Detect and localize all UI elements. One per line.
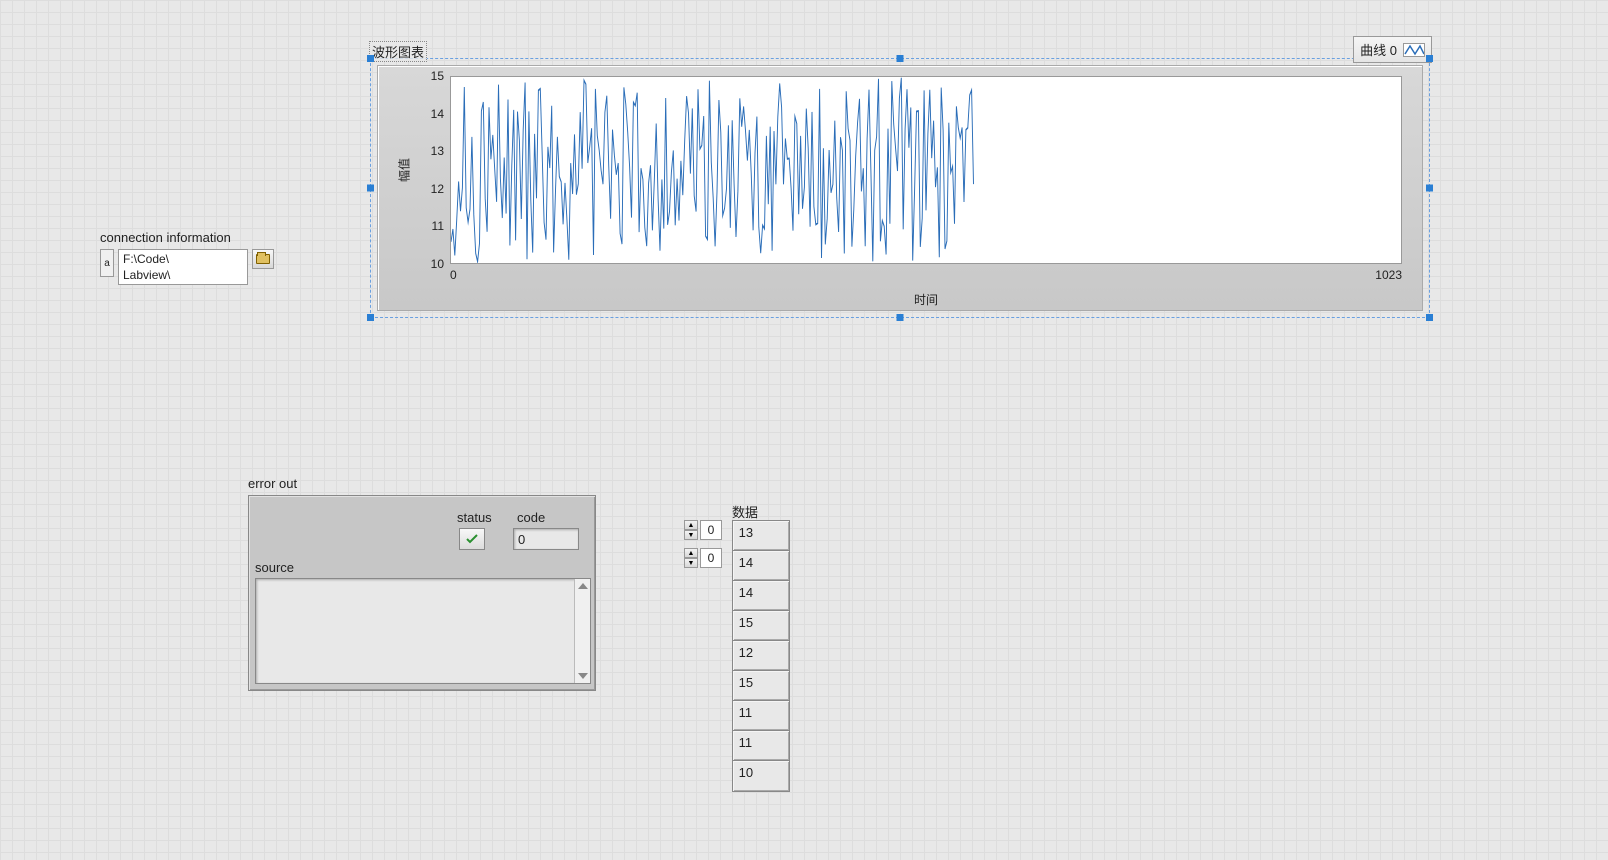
selection-handle[interactable] [897,55,904,62]
array-index-0[interactable]: ▲ ▼ 0 [684,520,722,540]
browse-folder-button[interactable] [252,249,274,269]
y-tick: 12 [431,182,444,196]
y-axis: 幅值 10 11 12 13 14 15 [378,76,448,264]
index-value[interactable]: 0 [700,520,722,540]
index-decrement-button[interactable]: ▼ [684,530,698,540]
data-array-control: 数据 ▲ ▼ 0 ▲ ▼ 0 131414151215111110 [684,506,790,792]
error-out-cluster: error out status code source 0 [248,476,596,691]
index-decrement-button[interactable]: ▼ [684,558,698,568]
scrollbar[interactable] [574,579,590,683]
x-tick: 0 [450,268,457,282]
legend-entry-label: 曲线 0 [1360,40,1397,59]
array-cell[interactable]: 14 [733,551,789,581]
array-cell[interactable]: 14 [733,581,789,611]
chart-title-label: 波形图表 [369,41,427,62]
array-cells: 131414151215111110 [732,520,790,792]
index-increment-button[interactable]: ▲ [684,548,698,558]
folder-icon [256,254,270,264]
connection-info-label: connection information [100,230,274,245]
y-tick: 11 [432,219,444,233]
x-axis-label: 时间 [914,291,938,308]
index-increment-button[interactable]: ▲ [684,520,698,530]
legend-line-icon [1403,43,1425,57]
x-tick: 1023 [1375,268,1402,282]
data-array-label: 数据 [732,502,758,521]
array-cell[interactable]: 12 [733,641,789,671]
x-axis: 0 1023 时间 [450,266,1402,310]
error-source-value[interactable] [255,578,591,684]
y-tick: 15 [431,69,444,83]
waveform-chart[interactable]: 波形图表 曲线 0 幅值 10 11 12 13 14 15 0 1023 时间 [370,58,1430,318]
array-cell[interactable]: 11 [733,731,789,761]
array-cell[interactable]: 15 [733,671,789,701]
status-led [459,528,485,550]
status-sublabel: status [457,510,492,525]
selection-handle[interactable] [1426,55,1433,62]
selection-handle[interactable] [367,185,374,192]
connection-type-glyph: a [100,249,114,277]
index-value[interactable]: 0 [700,548,722,568]
selection-handle[interactable] [897,314,904,321]
y-tick: 13 [431,144,444,158]
plot-area [450,76,1402,264]
selection-handle[interactable] [367,314,374,321]
array-cell[interactable]: 10 [733,761,789,791]
connection-info-control: connection information a F:\Code\ Labvie… [100,230,274,285]
array-cell[interactable]: 11 [733,701,789,731]
array-index-1[interactable]: ▲ ▼ 0 [684,548,722,568]
y-axis-label: 幅值 [396,158,413,182]
error-code-value[interactable]: 0 [513,528,579,550]
array-cell[interactable]: 15 [733,611,789,641]
selection-handle[interactable] [367,55,374,62]
error-out-frame: status code source 0 [248,495,596,691]
array-cell[interactable]: 13 [733,521,789,551]
chart-legend[interactable]: 曲线 0 [1353,36,1432,63]
chart-frame: 幅值 10 11 12 13 14 15 0 1023 时间 [377,65,1423,311]
y-tick: 14 [431,107,444,121]
code-sublabel: code [517,510,545,525]
connection-path-input[interactable]: F:\Code\ Labview\ [118,249,248,285]
error-out-label: error out [248,476,596,491]
source-sublabel: source [255,560,294,575]
y-tick: 10 [431,257,444,271]
selection-handle[interactable] [1426,185,1433,192]
selection-handle[interactable] [1426,314,1433,321]
checkmark-icon [466,534,478,544]
